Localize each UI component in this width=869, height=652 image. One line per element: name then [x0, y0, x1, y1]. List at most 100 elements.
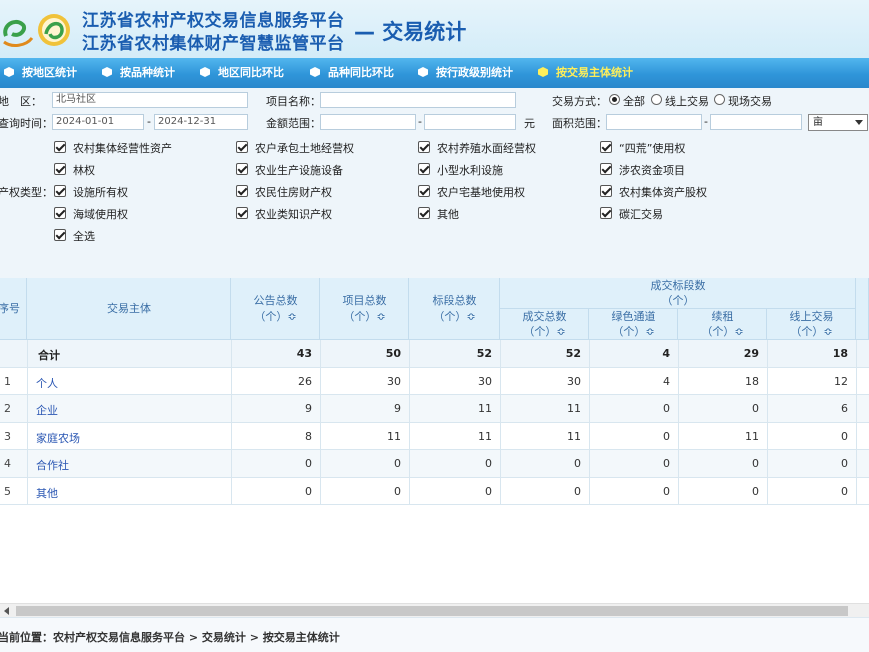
nav-tab-label: 按行政级别统计 — [436, 66, 513, 79]
nav-tab-by-variety[interactable]: 按品种统计 — [102, 58, 175, 88]
property-type-checkbox[interactable] — [54, 207, 66, 219]
date-to-input[interactable]: 2024-12-31 — [154, 114, 248, 130]
column-divider — [767, 340, 768, 505]
subject-link[interactable]: 企业 — [36, 402, 58, 418]
property-type-checkbox[interactable] — [418, 207, 430, 219]
sort-announce-total[interactable]: （个）≎ — [231, 310, 320, 324]
property-type-option-label: 林权 — [73, 164, 95, 177]
total-label: 合计 — [38, 349, 60, 362]
cell-value: 0 — [394, 457, 401, 470]
cell-value: 0 — [841, 457, 848, 470]
nav-tab-by-region[interactable]: 按地区统计 — [4, 58, 77, 88]
property-type-checkbox[interactable] — [236, 163, 248, 175]
horizontal-scrollbar[interactable] — [0, 603, 869, 617]
property-type-checkbox[interactable] — [236, 185, 248, 197]
property-type-checkbox[interactable] — [236, 141, 248, 153]
area-separator: - — [704, 115, 708, 128]
area-min-input[interactable] — [606, 114, 702, 130]
property-type-checkbox[interactable] — [236, 207, 248, 219]
region-input[interactable]: 北马社区 — [52, 92, 248, 108]
subject-link[interactable]: 家庭农场 — [36, 430, 80, 446]
area-range-label: 面积范围： — [552, 117, 607, 130]
property-type-checkbox[interactable] — [54, 229, 66, 241]
property-type-checkbox[interactable] — [600, 185, 612, 197]
row-seq: 5 — [4, 484, 11, 498]
trade-mode-radio-online[interactable] — [651, 94, 662, 105]
nav-tab-variety-yoy[interactable]: 品种同比环比 — [310, 58, 394, 88]
property-type-checkbox[interactable] — [600, 163, 612, 175]
cell-value: 0 — [485, 484, 492, 498]
trade-mode-radio-all[interactable] — [609, 94, 620, 105]
row-seq: 3 — [4, 429, 11, 443]
cell-value: 30 — [567, 374, 581, 388]
sort-deal-total[interactable]: （个）≎ — [500, 325, 589, 339]
amount-unit: 元 — [524, 117, 535, 130]
cell-value: 11 — [387, 429, 401, 443]
cell-value: 0 — [394, 484, 401, 498]
property-type-checkbox[interactable] — [600, 141, 612, 153]
cell-value: 0 — [305, 484, 312, 498]
property-type-checkbox[interactable] — [418, 141, 430, 153]
total-value: 52 — [565, 347, 581, 360]
cell-value: 11 — [745, 429, 759, 443]
cube-icon — [102, 67, 112, 77]
subject-link[interactable]: 个人 — [36, 375, 58, 391]
property-type-checkbox[interactable] — [418, 163, 430, 175]
scrollbar-thumb[interactable] — [16, 606, 848, 616]
area-max-input[interactable] — [710, 114, 802, 130]
chevron-down-icon — [855, 120, 863, 125]
total-value: 4 — [662, 347, 670, 360]
cell-value: 26 — [298, 374, 312, 388]
trade-mode-radio-onsite[interactable] — [714, 94, 725, 105]
sort-section-total[interactable]: （个）≎ — [409, 310, 500, 324]
nav-tab-by-subject[interactable]: 按交易主体统计 — [538, 58, 633, 88]
header-seq: 序号 — [0, 302, 20, 315]
amount-min-input[interactable] — [320, 114, 416, 130]
subject-link[interactable]: 合作社 — [36, 457, 69, 473]
total-value: 18 — [832, 347, 848, 360]
area-unit-select[interactable]: 亩 — [808, 114, 868, 131]
header-section-total: 标段总数 — [432, 294, 477, 307]
property-type-checkbox[interactable] — [418, 185, 430, 197]
scroll-left-icon[interactable] — [4, 607, 9, 615]
sort-green-channel[interactable]: （个）≎ — [589, 325, 678, 339]
region-label: 地 区： — [0, 95, 42, 108]
cell-value: 0 — [841, 429, 848, 443]
total-value: 50 — [385, 347, 401, 360]
nav-tab-by-admin-level[interactable]: 按行政级别统计 — [418, 58, 513, 88]
cell-value: 18 — [745, 374, 759, 388]
date-separator: - — [147, 115, 151, 128]
nav-tab-region-yoy[interactable]: 地区同比环比 — [200, 58, 284, 88]
header-online: 线上交易 — [789, 310, 834, 323]
page-header: 江苏省农村产权交易信息服务平台 江苏省农村集体财产智慧监管平台 — 交易统计 — [0, 0, 869, 58]
property-type-checkbox[interactable] — [54, 163, 66, 175]
property-type-checkbox[interactable] — [600, 207, 612, 219]
column-divider — [589, 340, 590, 505]
property-type-checkbox[interactable] — [54, 141, 66, 153]
total-value: 43 — [296, 347, 312, 360]
cell-value: 0 — [305, 457, 312, 470]
header-deal-group: 成交标段数 — [650, 279, 706, 292]
cell-value: 4 — [663, 374, 670, 388]
project-name-input[interactable] — [320, 92, 516, 108]
sort-online[interactable]: （个）≎ — [767, 325, 856, 339]
sort-renew[interactable]: （个）≎ — [678, 325, 767, 339]
nav-tab-label: 按交易主体统计 — [556, 66, 633, 79]
subject-link[interactable]: 其他 — [36, 485, 58, 501]
cube-icon — [538, 67, 548, 77]
cell-value: 0 — [752, 457, 759, 470]
nav-tab-label: 按地区统计 — [22, 66, 77, 79]
total-value: 29 — [743, 347, 759, 360]
header-project-total: 项目总数 — [342, 294, 387, 307]
date-from-input[interactable]: 2024-01-01 — [52, 114, 144, 130]
property-type-option-label: 农业生产设施设备 — [255, 164, 343, 177]
property-type-option-label: 农民住房财产权 — [255, 186, 332, 199]
property-type-option-label: 农村集体资产股权 — [619, 186, 707, 199]
property-type-option-label: 农村养殖水面经营权 — [437, 142, 536, 155]
sort-project-total[interactable]: （个）≎ — [320, 310, 409, 324]
property-type-checkbox[interactable] — [54, 185, 66, 197]
header-subject: 交易主体 — [107, 302, 151, 315]
amount-max-input[interactable] — [424, 114, 516, 130]
trade-mode-label: 交易方式： — [552, 95, 607, 108]
row-seq: 4 — [4, 457, 11, 470]
